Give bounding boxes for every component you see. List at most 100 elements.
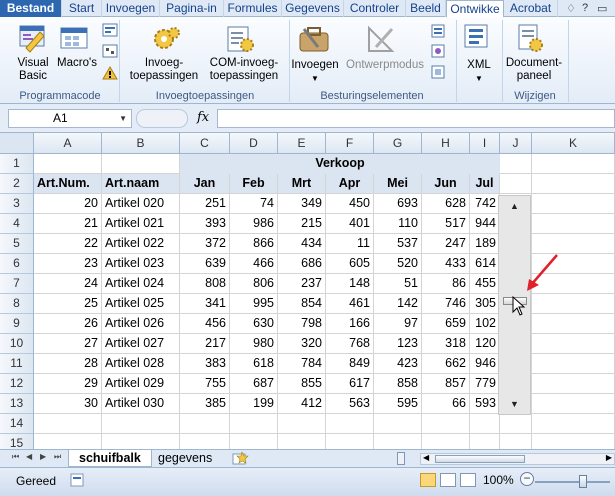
table-cell[interactable]: 798 xyxy=(278,314,326,334)
table-cell[interactable]: 423 xyxy=(374,354,422,374)
tab-pagina-indeling[interactable]: Pagina-in xyxy=(160,0,224,17)
horizontal-scrollbar[interactable]: ◀ ▶ xyxy=(420,453,615,465)
table-cell[interactable]: 21 xyxy=(34,214,102,234)
cell[interactable] xyxy=(422,414,470,434)
table-cell[interactable]: 986 xyxy=(230,214,278,234)
table-cell[interactable]: 944 xyxy=(470,214,500,234)
table-cell[interactable]: 659 xyxy=(422,314,470,334)
table-cell[interactable]: 148 xyxy=(326,274,374,294)
cell[interactable] xyxy=(34,434,102,449)
cell[interactable] xyxy=(278,414,326,434)
cell[interactable] xyxy=(230,414,278,434)
cell[interactable] xyxy=(532,354,615,374)
tab-splitter[interactable] xyxy=(397,452,405,465)
select-all-corner[interactable] xyxy=(0,133,34,154)
table-cell[interactable]: 29 xyxy=(34,374,102,394)
cell[interactable] xyxy=(500,174,532,194)
cell[interactable] xyxy=(532,294,615,314)
cell[interactable] xyxy=(422,434,470,449)
cell[interactable] xyxy=(532,414,615,434)
table-cell[interactable]: 217 xyxy=(180,334,230,354)
zoom-slider[interactable] xyxy=(535,481,610,483)
prev-sheet-icon[interactable]: ◀ xyxy=(26,452,32,461)
table-cell[interactable]: 349 xyxy=(278,194,326,214)
table-cell[interactable]: 946 xyxy=(470,354,500,374)
tab-controleren[interactable]: Controler xyxy=(344,0,406,17)
cell[interactable] xyxy=(532,334,615,354)
table-cell[interactable]: 372 xyxy=(180,234,230,254)
row-header[interactable]: 11 xyxy=(0,354,34,374)
record-macro-icon[interactable] xyxy=(102,23,118,40)
table-cell[interactable]: 11 xyxy=(326,234,374,254)
column-header[interactable]: G xyxy=(374,133,422,154)
table-cell[interactable]: 24 xyxy=(34,274,102,294)
tab-ontwikkelaars[interactable]: Ontwikke xyxy=(446,0,504,18)
column-header[interactable]: D xyxy=(230,133,278,154)
question-icon[interactable]: ? xyxy=(582,2,588,14)
table-cell[interactable]: 97 xyxy=(374,314,422,334)
cell[interactable] xyxy=(326,414,374,434)
column-header[interactable]: B xyxy=(102,133,180,154)
cell[interactable] xyxy=(470,414,500,434)
table-cell[interactable]: 605 xyxy=(326,254,374,274)
cell[interactable] xyxy=(230,434,278,449)
row-header[interactable]: 4 xyxy=(0,214,34,234)
table-cell[interactable]: 742 xyxy=(470,194,500,214)
column-header[interactable]: I xyxy=(470,133,500,154)
table-cell[interactable]: 102 xyxy=(470,314,500,334)
table-cell[interactable]: 995 xyxy=(230,294,278,314)
table-cell[interactable]: 320 xyxy=(278,334,326,354)
table-cell[interactable]: 768 xyxy=(326,334,374,354)
zoom-out-icon[interactable]: − xyxy=(520,472,534,486)
table-cell[interactable]: Artikel 030 xyxy=(102,394,180,414)
row-header[interactable]: 7 xyxy=(0,274,34,294)
table-cell[interactable]: 520 xyxy=(374,254,422,274)
table-cell[interactable]: 456 xyxy=(180,314,230,334)
cell[interactable] xyxy=(532,194,615,214)
macros-button[interactable]: Macro's xyxy=(54,57,100,70)
table-cell[interactable]: 639 xyxy=(180,254,230,274)
table-cell[interactable]: 693 xyxy=(374,194,422,214)
table-cell[interactable]: 66 xyxy=(422,394,470,414)
addins-button[interactable]: Invoeg- toepassingen xyxy=(126,57,202,83)
tab-beeld[interactable]: Beeld xyxy=(406,0,446,17)
normal-view-icon[interactable] xyxy=(420,473,436,487)
cell[interactable] xyxy=(532,314,615,334)
help-icon[interactable]: ♢ xyxy=(566,2,576,15)
table-cell[interactable]: 305 xyxy=(470,294,500,314)
row-header[interactable]: 8 xyxy=(0,294,34,314)
table-cell[interactable]: 237 xyxy=(278,274,326,294)
table-cell[interactable]: 858 xyxy=(374,374,422,394)
table-cell[interactable]: 110 xyxy=(374,214,422,234)
properties-icon[interactable] xyxy=(431,24,445,41)
insert-controls-button[interactable]: Invoegen ▼ xyxy=(288,59,342,85)
first-sheet-icon[interactable]: ⏮ xyxy=(12,452,19,462)
design-mode-button[interactable]: Ontwerpmodus xyxy=(344,59,426,72)
zoom-level[interactable]: 100% xyxy=(483,473,514,487)
table-cell[interactable]: 86 xyxy=(422,274,470,294)
table-cell[interactable]: 189 xyxy=(470,234,500,254)
scroll-left-icon[interactable]: ◀ xyxy=(423,453,429,462)
row-header[interactable]: 5 xyxy=(0,234,34,254)
name-box[interactable]: A1 ▼ xyxy=(8,109,132,128)
document-panel-button[interactable]: Document- paneel xyxy=(504,57,564,83)
next-sheet-icon[interactable]: ▶ xyxy=(40,452,46,461)
table-cell[interactable]: Artikel 022 xyxy=(102,234,180,254)
column-header[interactable]: A xyxy=(34,133,102,154)
table-cell[interactable]: 199 xyxy=(230,394,278,414)
table-cell[interactable]: 806 xyxy=(230,274,278,294)
row-header[interactable]: 10 xyxy=(0,334,34,354)
table-cell[interactable]: 123 xyxy=(374,334,422,354)
table-cell[interactable]: 517 xyxy=(422,214,470,234)
table-cell[interactable]: 401 xyxy=(326,214,374,234)
table-cell[interactable]: Artikel 020 xyxy=(102,194,180,214)
table-cell[interactable]: 857 xyxy=(422,374,470,394)
table-cell[interactable]: 618 xyxy=(230,354,278,374)
table-cell[interactable]: 461 xyxy=(326,294,374,314)
last-sheet-icon[interactable]: ⏭ xyxy=(54,452,61,462)
table-cell[interactable]: 434 xyxy=(278,234,326,254)
table-cell[interactable]: 341 xyxy=(180,294,230,314)
table-cell[interactable]: 980 xyxy=(230,334,278,354)
table-cell[interactable]: 28 xyxy=(34,354,102,374)
visual-basic-button[interactable]: Visual Basic xyxy=(10,57,56,83)
